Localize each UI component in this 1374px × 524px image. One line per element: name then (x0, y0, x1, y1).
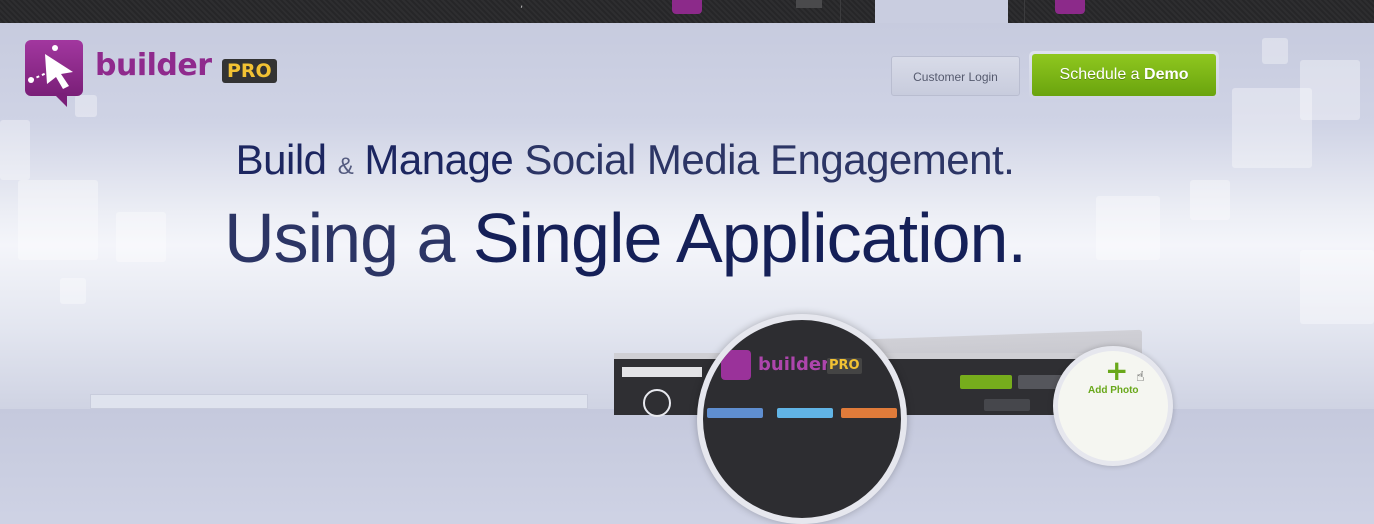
hero-ampersand: & (337, 153, 354, 180)
decor-square (1262, 38, 1288, 64)
hero-word-manage: Manage (364, 136, 514, 183)
lens-brand-name: builder (758, 354, 831, 375)
nav-fragment: , (520, 0, 524, 10)
top-navigation-bar: , (0, 0, 1374, 23)
nav-logo-icon-2[interactable] (1055, 0, 1085, 14)
feature-panel (90, 394, 588, 409)
decor-square (1300, 60, 1360, 120)
nav-divider (840, 0, 841, 23)
hero-headline-line1: Build & Manage Social Media Engagement. (0, 136, 1250, 184)
lens-logo-icon (721, 350, 751, 380)
customer-login-button[interactable]: Customer Login (891, 56, 1020, 96)
brand-logo[interactable]: builder PRO (25, 40, 285, 112)
hand-cursor-icon: ☝ (1136, 369, 1145, 385)
lens-tab-blue (707, 408, 763, 418)
nav-tab-active[interactable] (875, 0, 1008, 23)
hero-line2-strong: Single Application. (472, 199, 1027, 277)
preview-new-message-button (960, 375, 1012, 389)
add-photo-label: Add Photo (1088, 385, 1139, 396)
hero-word-build: Build (235, 136, 327, 183)
nav-logo-icon[interactable] (672, 0, 702, 14)
preview-magnifier-tiny (643, 389, 671, 417)
schedule-demo-button[interactable]: Schedule a Demo (1029, 51, 1219, 99)
lens-tab-orange (841, 408, 897, 418)
hero-line2-light: Using a (224, 199, 455, 277)
hero-headline-line2: Using a Single Application. (0, 198, 1250, 278)
lens-brand-badge: PRO (827, 358, 862, 374)
preview-browser-toolbar (622, 367, 702, 377)
hero-line1-rest: Social Media Engagement. (524, 136, 1015, 183)
cursor-speech-bubble-icon (25, 40, 83, 107)
decor-square (60, 278, 86, 304)
preview-magnifier-logo: builder PRO (697, 314, 907, 524)
brand-name: builder (95, 48, 212, 83)
schedule-demo-label: Schedule a Demo (1032, 54, 1216, 96)
preview-assign-button (984, 399, 1030, 411)
lens-tab-lightblue (777, 408, 833, 418)
plus-icon: + (1105, 354, 1129, 387)
preview-magnifier-add-photo: + Add Photo ☝ (1053, 346, 1173, 466)
nav-box-icon (796, 0, 822, 8)
brand-badge: PRO (222, 59, 277, 83)
decor-square (1300, 250, 1374, 324)
nav-divider (1024, 0, 1025, 23)
